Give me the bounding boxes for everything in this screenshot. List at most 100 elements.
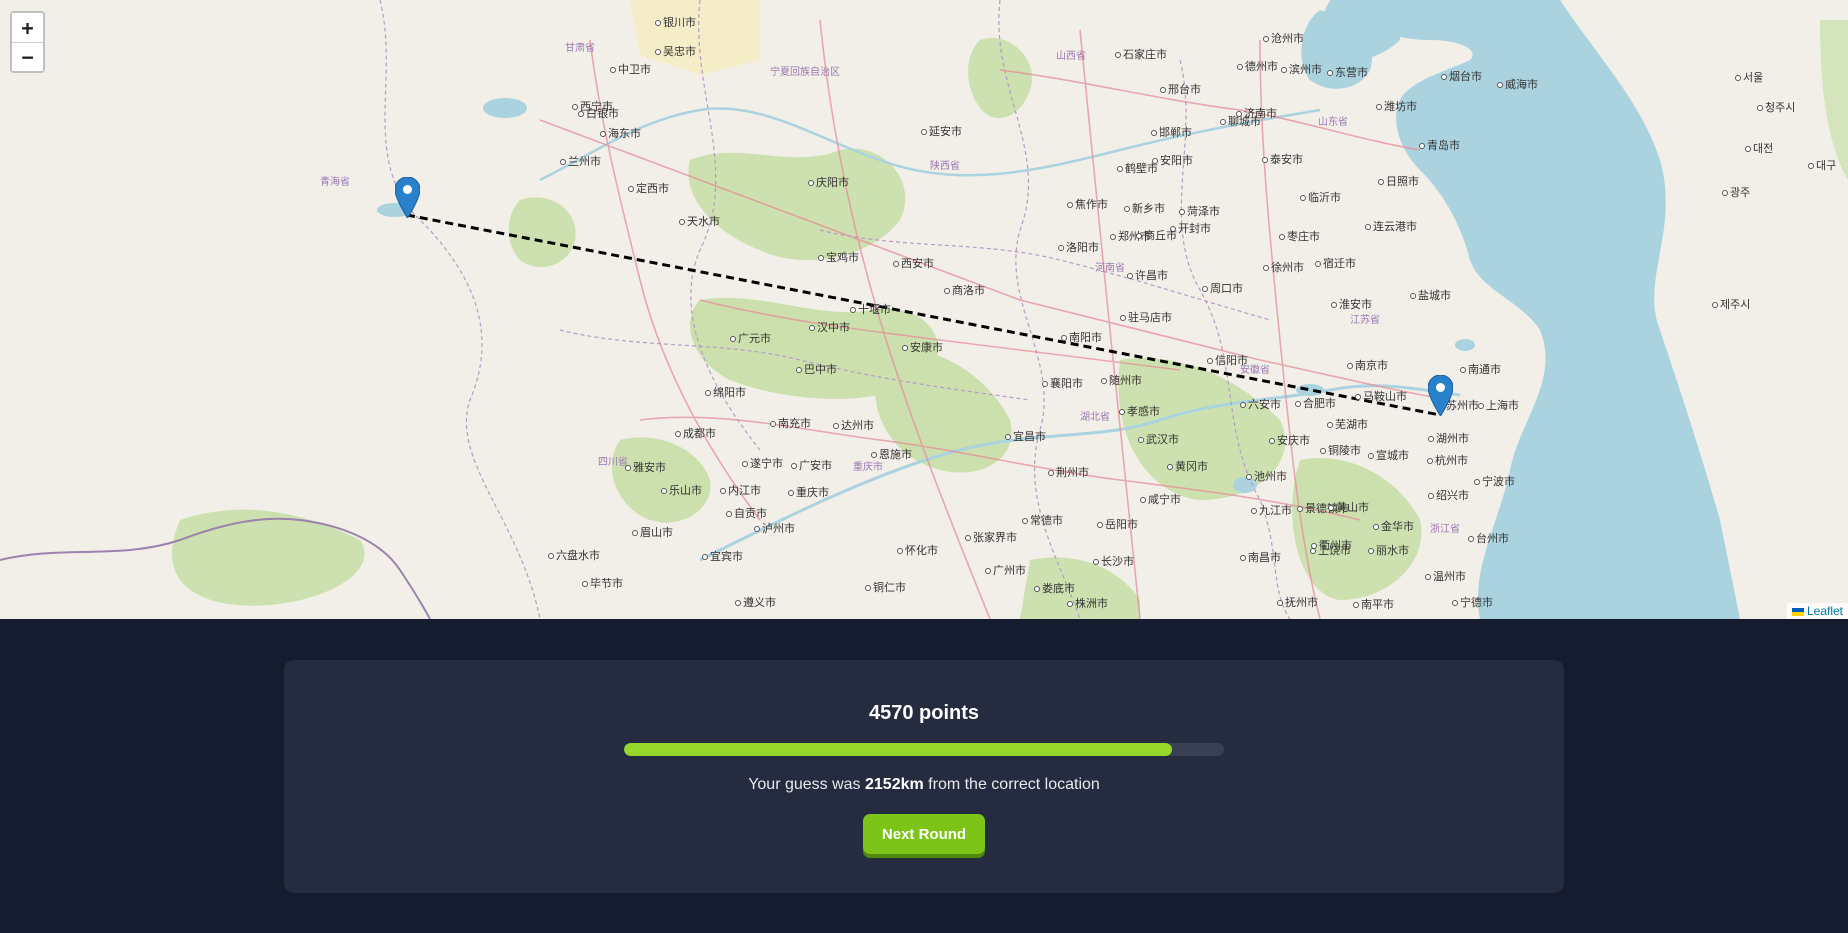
- city-label: 长沙市: [1093, 556, 1134, 567]
- city-label: 泰安市: [1262, 154, 1303, 165]
- city-label: 合肥市: [1295, 398, 1336, 409]
- city-label: 遵义市: [735, 597, 776, 608]
- map-attribution[interactable]: Leaflet: [1786, 603, 1848, 619]
- city-label: 张家界市: [965, 532, 1017, 543]
- city-label: 许昌市: [1127, 270, 1168, 281]
- leaflet-link[interactable]: Leaflet: [1807, 604, 1843, 618]
- city-label: 商丘市: [1136, 230, 1177, 241]
- region-label: 湖北省: [1080, 412, 1110, 423]
- region-label: 甘肃省: [565, 43, 595, 54]
- city-label: 丽水市: [1368, 545, 1409, 556]
- city-label: 广安市: [791, 460, 832, 471]
- city-label: 金华市: [1373, 521, 1414, 532]
- city-label: 南通市: [1460, 364, 1501, 375]
- city-label: 南京市: [1347, 360, 1388, 371]
- correct-location-marker-icon[interactable]: [1428, 375, 1453, 416]
- city-label: 临沂市: [1300, 192, 1341, 203]
- city-label: 荆州市: [1048, 467, 1089, 478]
- region-label: 四川省: [598, 457, 628, 468]
- city-label: 泸州市: [754, 523, 795, 534]
- region-label: 安徽省: [1240, 365, 1270, 376]
- city-label: 宁德市: [1452, 597, 1493, 608]
- city-label: 马鞍山市: [1355, 391, 1407, 402]
- city-label: 随州市: [1101, 375, 1142, 386]
- city-label: 十堰市: [850, 304, 891, 315]
- city-label: 常德市: [1022, 515, 1063, 526]
- guess-marker-icon[interactable]: [395, 177, 420, 218]
- city-label: 安阳市: [1152, 155, 1193, 166]
- city-label: 九江市: [1251, 505, 1292, 516]
- city-label: 成都市: [675, 428, 716, 439]
- city-label: 武汉市: [1138, 434, 1179, 445]
- city-label: 焦作市: [1067, 199, 1108, 210]
- city-label: 海东市: [600, 128, 641, 139]
- city-label: 孝感市: [1119, 406, 1160, 417]
- next-round-button[interactable]: Next Round: [863, 814, 985, 854]
- zoom-out-button[interactable]: −: [12, 42, 43, 71]
- city-label: 商洛市: [944, 285, 985, 296]
- city-label: 安庆市: [1269, 435, 1310, 446]
- zoom-control: + −: [10, 11, 45, 73]
- city-label: 株洲市: [1067, 598, 1108, 609]
- distance-suffix: from the correct location: [923, 776, 1100, 793]
- city-label: 池州市: [1246, 471, 1287, 482]
- city-label: 烟台市: [1441, 71, 1482, 82]
- city-label: 石家庄市: [1115, 49, 1167, 60]
- city-label: 娄底市: [1034, 583, 1075, 594]
- city-label: 淮安市: [1331, 299, 1372, 310]
- city-label: 青岛市: [1419, 140, 1460, 151]
- city-label: 威海市: [1497, 79, 1538, 90]
- city-label: 제주시: [1712, 299, 1750, 310]
- city-label: 서울: [1735, 72, 1763, 83]
- city-label: 南昌市: [1240, 552, 1281, 563]
- city-label: 定西市: [628, 183, 669, 194]
- city-label: 聊城市: [1220, 116, 1261, 127]
- score-progress-fill: [624, 743, 1173, 756]
- city-label: 眉山市: [632, 527, 673, 538]
- distance-text: Your guess was 2152km from the correct l…: [284, 776, 1564, 794]
- city-label: 恩施市: [871, 449, 912, 460]
- city-label: 绵阳市: [705, 387, 746, 398]
- city-label: 芜湖市: [1327, 419, 1368, 430]
- zoom-in-button[interactable]: +: [12, 13, 43, 42]
- region-label: 山东省: [1318, 117, 1348, 128]
- city-label: 达州市: [833, 420, 874, 431]
- region-label: 浙江省: [1430, 524, 1460, 535]
- city-label: 宝鸡市: [818, 252, 859, 263]
- city-label: 六盘水市: [548, 550, 600, 561]
- city-label: 信阳市: [1207, 355, 1248, 366]
- city-label: 日照市: [1378, 176, 1419, 187]
- city-label: 黄冈市: [1167, 461, 1208, 472]
- city-label: 遂宁市: [742, 458, 783, 469]
- ukraine-flag-icon: [1791, 607, 1804, 616]
- city-label: 洛阳市: [1058, 242, 1099, 253]
- city-label: 乐山市: [661, 485, 702, 496]
- city-label: 六安市: [1240, 399, 1281, 410]
- score-progress-bar: [624, 743, 1224, 756]
- region-label: 江苏省: [1350, 315, 1380, 326]
- city-label: 吴忠市: [655, 46, 696, 57]
- city-label: 雅安市: [625, 462, 666, 473]
- region-label: 青海省: [320, 177, 350, 188]
- city-label: 重庆市: [788, 487, 829, 498]
- city-label: 绍兴市: [1428, 490, 1469, 501]
- city-label: 潍坊市: [1376, 101, 1417, 112]
- city-label: 汉中市: [809, 322, 850, 333]
- result-panel: 4570 points Your guess was 2152km from t…: [284, 660, 1564, 893]
- city-label: 湖州市: [1428, 433, 1469, 444]
- city-label: 广州市: [985, 565, 1026, 576]
- city-label: 东营市: [1327, 67, 1368, 78]
- city-label: 兰州市: [560, 156, 601, 167]
- city-label: 杭州市: [1427, 455, 1468, 466]
- city-label: 沧州市: [1263, 33, 1304, 44]
- city-label: 黄山市: [1328, 502, 1369, 513]
- city-label: 西安市: [893, 258, 934, 269]
- city-label: 毕节市: [582, 578, 623, 589]
- map-tiles: [0, 0, 1848, 619]
- map-view[interactable]: 甘肃省 青海省 宁夏回族自治区 陕西省 河南省 山东省 江苏省 安徽省 湖北省 …: [0, 0, 1848, 619]
- city-label: 连云港市: [1365, 221, 1417, 232]
- city-label: 西宁市: [572, 101, 613, 112]
- city-label: 安康市: [902, 342, 943, 353]
- city-label: 周口市: [1202, 283, 1243, 294]
- city-label: 新乡市: [1124, 203, 1165, 214]
